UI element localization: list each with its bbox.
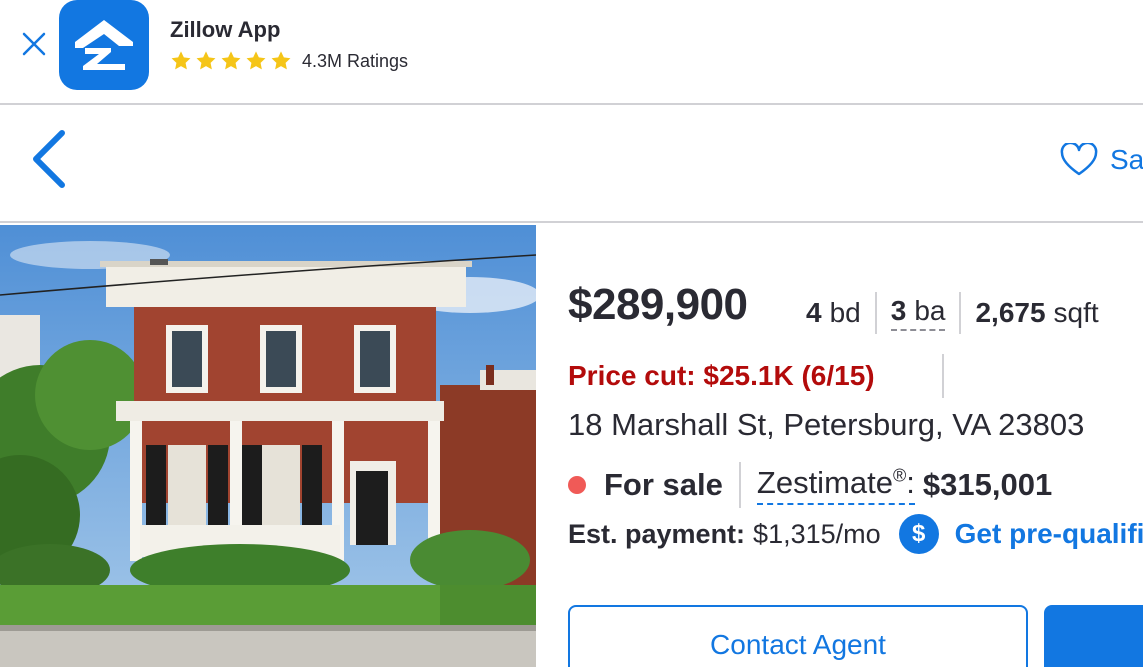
sqft-unit: sqft <box>1053 297 1099 328</box>
zestimate-value: $315,001 <box>922 467 1053 502</box>
listing-nav-bar: Save <box>0 107 1143 223</box>
zestimate-label: Zestimate <box>756 465 893 500</box>
price-cut-divider <box>942 354 944 398</box>
zestimate-link[interactable]: Zestimate®: <box>756 465 915 505</box>
beds-unit: bd <box>829 297 861 328</box>
status-dot-icon <box>568 476 586 494</box>
close-icon[interactable] <box>20 30 48 58</box>
baths-unit: ba <box>914 295 946 326</box>
rating-stars <box>170 50 292 72</box>
star-icon <box>246 51 266 70</box>
app-name: Zillow App <box>170 17 281 42</box>
back-arrow-icon[interactable] <box>28 127 72 191</box>
zillow-logo-icon <box>75 20 133 70</box>
baths-value: 3 <box>890 295 907 326</box>
save-label: Save <box>1110 144 1143 175</box>
dollar-icon[interactable]: $ <box>898 514 939 554</box>
facts-divider <box>874 292 877 334</box>
sqft-value: 2,675 <box>975 297 1046 328</box>
heart-icon <box>1060 143 1098 176</box>
contact-agent-button[interactable]: Contact Agent <box>568 605 1028 667</box>
sqft-fact: 2,675 sqft <box>975 297 1098 329</box>
house-photo-image <box>0 225 536 667</box>
listing-price: $289,900 <box>568 280 748 329</box>
request-tour-button[interactable] <box>1044 605 1143 667</box>
save-button[interactable]: Save <box>1060 143 1143 177</box>
registered-mark: ® <box>893 465 907 486</box>
star-icon <box>271 51 291 70</box>
payment-label: Est. payment: <box>568 518 746 549</box>
payment-value: $1,315/mo <box>753 518 881 549</box>
star-icon <box>221 51 241 70</box>
beds-value: 4 <box>806 297 822 328</box>
facts-divider <box>959 292 962 334</box>
zillow-app-logo[interactable] <box>59 0 149 90</box>
ratings-count: 4.3M Ratings <box>302 51 409 71</box>
listing-address: 18 Marshall St, Petersburg, VA 23803 <box>568 407 1085 442</box>
listing-status: For sale <box>604 467 723 502</box>
beds-fact: 4 bd <box>806 297 861 329</box>
status-divider <box>738 462 741 508</box>
listing-photo[interactable] <box>0 225 536 667</box>
get-prequalified-link[interactable]: Get pre-qualified <box>955 518 1143 550</box>
app-install-banner: Zillow App 4.3M Ratings <box>0 0 1143 105</box>
home-facts: 4 bd 3 ba 2,675 sqft <box>806 292 1099 334</box>
status-row: For sale Zestimate®: $315,001 <box>568 462 1052 508</box>
price-cut-notice: Price cut: $25.1K (6/15) <box>568 360 875 391</box>
star-icon <box>196 51 216 70</box>
baths-fact[interactable]: 3 ba <box>890 295 946 331</box>
star-icon <box>171 51 191 70</box>
payment-row: Est. payment: $1,315/mo $ Get pre-qualif… <box>568 514 1143 554</box>
